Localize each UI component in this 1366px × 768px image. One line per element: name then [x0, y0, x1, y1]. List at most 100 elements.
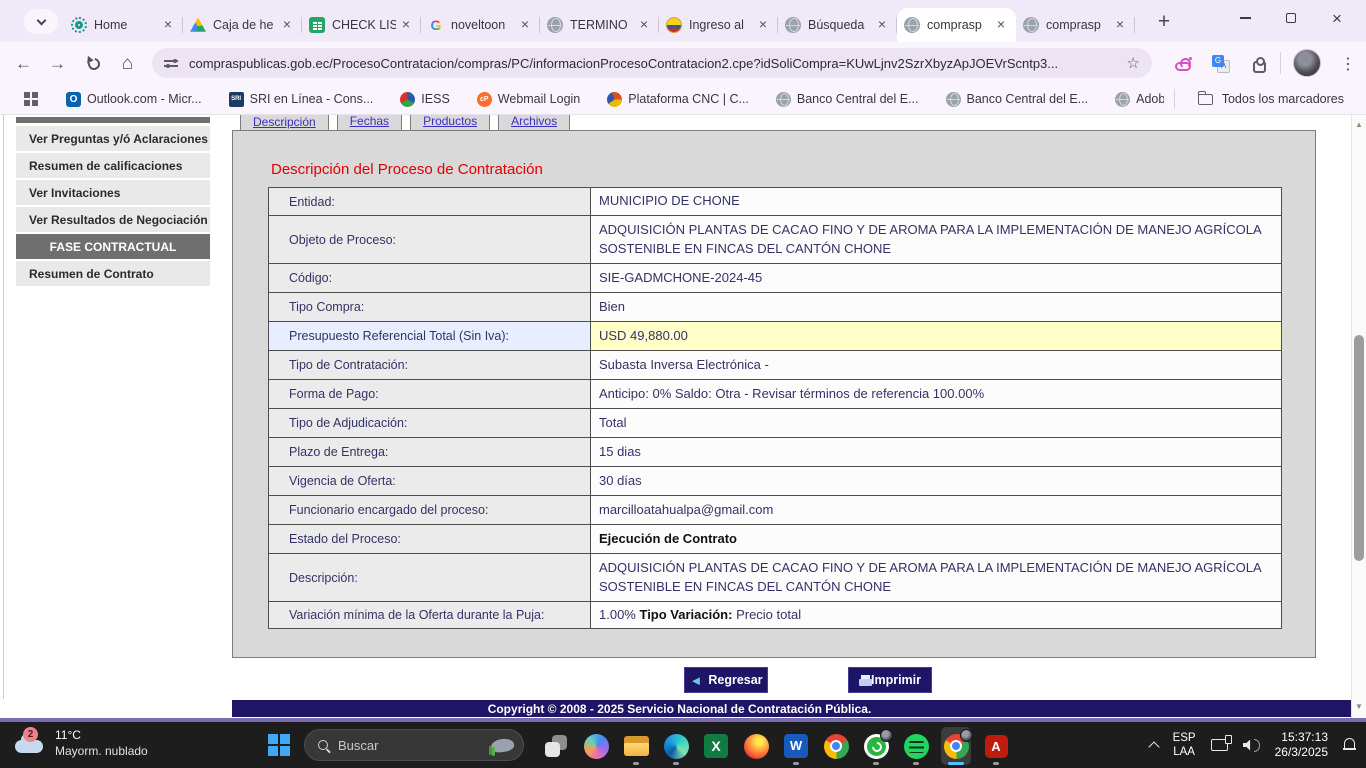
- apps-grid-icon[interactable]: [24, 92, 30, 98]
- bookmarks-overflow[interactable]: Todos los marcadores: [1174, 89, 1344, 109]
- profile-avatar[interactable]: [1293, 49, 1321, 77]
- taskbar-icon-edge[interactable]: [661, 727, 691, 765]
- back-button[interactable]: ←: [10, 50, 37, 77]
- bookmark-label: Webmail Login: [498, 92, 580, 106]
- maximize-button[interactable]: [1268, 1, 1314, 35]
- tab-descripcion[interactable]: Descripción: [240, 115, 329, 131]
- scrollbar-thumb[interactable]: [1354, 335, 1364, 561]
- taskbar-icon-whatsapp[interactable]: [861, 727, 891, 765]
- sidebar-item[interactable]: Ver Invitaciones: [16, 180, 210, 205]
- vertical-scrollbar[interactable]: ▲ ▼: [1351, 115, 1366, 718]
- new-tab-button[interactable]: +: [1150, 9, 1178, 35]
- home-button[interactable]: ⌂: [114, 50, 141, 77]
- taskbar-icon-file-explorer[interactable]: [621, 727, 651, 765]
- taskbar-search[interactable]: Buscar: [304, 729, 524, 761]
- browser-menu-button[interactable]: ⋮: [1337, 51, 1359, 77]
- all-bookmarks-label: Todos los marcadores: [1222, 92, 1344, 106]
- tab-close-icon[interactable]: ×: [636, 17, 652, 33]
- chevron-down-icon: [36, 15, 46, 25]
- taskbar-icon-acrobat[interactable]: [981, 727, 1011, 765]
- tab-close-icon[interactable]: ×: [1112, 17, 1128, 33]
- clock[interactable]: 15:37:13 26/3/2025: [1275, 730, 1328, 760]
- bookmark-item[interactable]: Outlook.com - Micr...: [66, 92, 202, 107]
- globe-bookmark-icon: [946, 92, 961, 107]
- url-text[interactable]: compraspublicas.gob.ec/ProcesoContrataci…: [189, 56, 1117, 71]
- taskbar-icon-excel[interactable]: [701, 727, 731, 765]
- browser-tab[interactable]: TERMINO×: [540, 8, 659, 42]
- network-icon[interactable]: [1211, 739, 1228, 751]
- browser-tab[interactable]: comprasp×: [1016, 8, 1135, 42]
- reload-button[interactable]: [80, 50, 107, 77]
- browser-tab[interactable]: Búsqueda×: [778, 8, 897, 42]
- browser-toolbar: ← → ⌂ compraspublicas.gob.ec/ProcesoCont…: [0, 42, 1366, 84]
- bookmark-item[interactable]: IESS: [400, 92, 450, 107]
- bookmark-item[interactable]: Plataforma CNC | C...: [607, 92, 749, 107]
- browser-tab[interactable]: Caja de he×: [183, 8, 302, 42]
- bookmark-item[interactable]: Banco Central del E...: [946, 92, 1089, 107]
- tab-close-icon[interactable]: ×: [160, 17, 176, 33]
- table-row: Presupuesto Referencial Total (Sin Iva):…: [269, 322, 1281, 351]
- tab-close-icon[interactable]: ×: [279, 17, 295, 33]
- address-bar[interactable]: compraspublicas.gob.ec/ProcesoContrataci…: [152, 48, 1152, 78]
- taskbar-icon-task-view[interactable]: [541, 727, 571, 765]
- volume-icon[interactable]: [1243, 739, 1260, 752]
- bookmark-item[interactable]: Banco Central del E...: [776, 92, 919, 107]
- extensions-puzzle-icon[interactable]: [1246, 51, 1272, 77]
- excel-icon: [704, 734, 728, 758]
- tab-title: Búsqueda: [808, 18, 872, 32]
- weather-widget[interactable]: 2 11°C Mayorm. nublado: [14, 727, 148, 759]
- taskbar-icon-chrome[interactable]: [821, 727, 851, 765]
- extension-pink-cloud-icon[interactable]: [1170, 51, 1196, 77]
- tab-close-icon[interactable]: ×: [993, 17, 1009, 33]
- sidebar-item[interactable]: Ver Preguntas y/ó Aclaraciones: [16, 126, 210, 151]
- tab-close-icon[interactable]: ×: [874, 17, 890, 33]
- forward-button[interactable]: →: [44, 50, 71, 77]
- sidebar-item[interactable]: Resumen de calificaciones: [16, 153, 210, 178]
- window-controls: ×: [1222, 0, 1360, 36]
- start-button[interactable]: [268, 734, 290, 756]
- translate-icon[interactable]: [1208, 51, 1234, 77]
- sidebar-item[interactable]: Ver Resultados de Negociación: [16, 207, 210, 232]
- browser-tab[interactable]: CHECK LIS×: [302, 8, 421, 42]
- tab-title: Home: [94, 18, 158, 32]
- scroll-up-arrow[interactable]: ▲: [1352, 120, 1366, 129]
- bookmark-star-icon[interactable]: ☆: [1127, 54, 1140, 72]
- browser-tab[interactable]: Ingreso al×: [659, 8, 778, 42]
- tab-title: noveltoon: [451, 18, 515, 32]
- scroll-down-arrow[interactable]: ▼: [1352, 702, 1366, 711]
- bookmark-item[interactable]: Adobe Acrobat: [1115, 92, 1164, 107]
- tab-archivos[interactable]: Archivos: [498, 115, 570, 131]
- taskbar-icon-spotify[interactable]: [901, 727, 931, 765]
- tab-close-icon[interactable]: ×: [517, 17, 533, 33]
- row-value-text: Bien: [599, 298, 625, 316]
- imprimir-button[interactable]: Imprimir: [848, 667, 932, 693]
- table-row: Forma de Pago:Anticipo: 0% Saldo: Otra -…: [269, 380, 1281, 409]
- row-label: Funcionario encargado del proceso:: [269, 496, 591, 524]
- taskbar-icon-copilot[interactable]: [581, 727, 611, 765]
- bookmark-item[interactable]: SRI en Línea - Cons...: [229, 92, 374, 107]
- tab-close-icon[interactable]: ×: [755, 17, 771, 33]
- sheets-favicon-icon: [309, 17, 325, 33]
- tray-chevron-up-icon[interactable]: [1148, 741, 1159, 752]
- taskbar-icon-word[interactable]: [781, 727, 811, 765]
- tab-fechas[interactable]: Fechas: [337, 115, 402, 131]
- site-info-icon[interactable]: [164, 58, 178, 68]
- browser-tab-active[interactable]: comprasp×: [897, 8, 1016, 42]
- browser-tab[interactable]: Home×: [64, 8, 183, 42]
- close-button[interactable]: ×: [1314, 1, 1360, 35]
- browser-tab[interactable]: noveltoon×: [421, 8, 540, 42]
- google-favicon-icon: [428, 17, 444, 33]
- minimize-button[interactable]: [1222, 1, 1268, 35]
- taskbar-icon-firefox[interactable]: [741, 727, 771, 765]
- imprimir-label: Imprimir: [871, 673, 921, 687]
- language-indicator[interactable]: ESP LAA: [1173, 731, 1196, 759]
- taskbar-icon-chrome-active[interactable]: [941, 727, 971, 765]
- tab-close-icon[interactable]: ×: [398, 17, 414, 33]
- tab-search-button[interactable]: [24, 9, 58, 34]
- tab-productos[interactable]: Productos: [410, 115, 490, 131]
- bookmark-item[interactable]: Webmail Login: [477, 92, 580, 107]
- notifications-bell-icon[interactable]: [1343, 738, 1356, 752]
- sidebar-item[interactable]: Resumen de Contrato: [16, 261, 210, 286]
- regresar-button[interactable]: ◄ Regresar: [684, 667, 768, 693]
- cnc-bookmark-icon: [607, 92, 622, 107]
